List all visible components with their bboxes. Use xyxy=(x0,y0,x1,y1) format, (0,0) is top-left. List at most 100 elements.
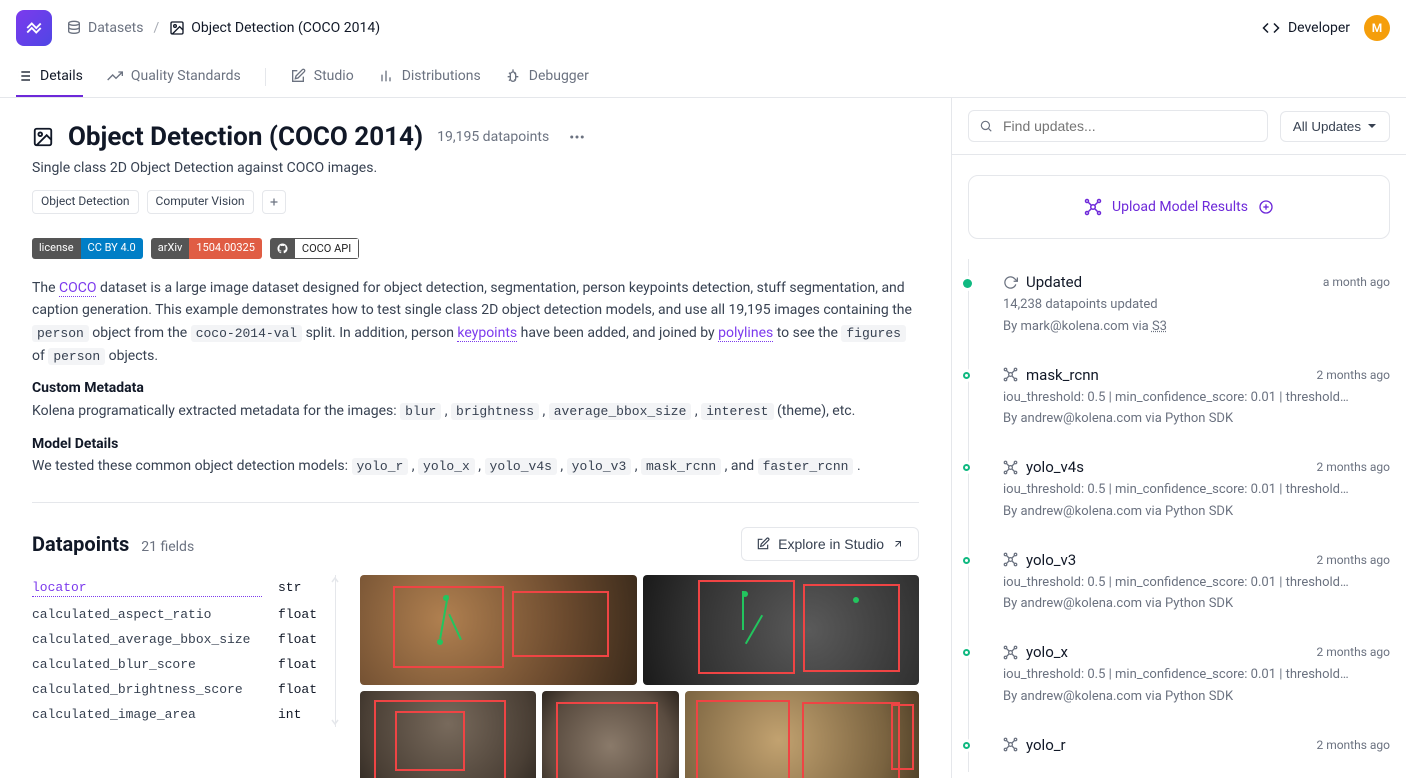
md-head: Model Details xyxy=(32,436,118,452)
page-title: Object Detection (COCO 2014) xyxy=(68,122,423,152)
code-yolov3: yolo_v3 xyxy=(567,458,632,475)
developer-label: Developer xyxy=(1288,20,1350,36)
schema-edge[interactable] xyxy=(330,575,336,727)
timeline-event[interactable]: yolo_r2 months ago xyxy=(997,722,1390,772)
plus-circle-icon xyxy=(1258,199,1274,215)
field-type: float xyxy=(278,607,317,622)
timeline-dot xyxy=(963,464,970,471)
badge-license[interactable]: license CC BY 4.0 xyxy=(32,238,143,259)
timeline-dot xyxy=(963,649,970,656)
network-icon xyxy=(1084,198,1102,216)
event-by: By andrew@kolena.com via Python SDK xyxy=(1003,596,1390,611)
p1-end: objects. xyxy=(105,348,158,364)
badges: license CC BY 4.0 arXiv 1504.00325 COCO … xyxy=(32,238,919,259)
event-detail: 14,238 datapoints updated xyxy=(1003,295,1390,315)
sample-image[interactable] xyxy=(685,691,919,778)
p1-after-split: split. In addition, person xyxy=(302,325,457,341)
topbar: Datasets / Object Detection (COCO 2014) … xyxy=(0,0,1406,56)
event-when: 2 months ago xyxy=(1316,553,1390,567)
tab-studio[interactable]: Studio xyxy=(290,56,354,97)
code-fasterrcnn: faster_rcnn xyxy=(758,458,854,475)
timeline-event[interactable]: mask_rcnn2 months agoiou_threshold: 0.5 … xyxy=(997,352,1390,445)
code-blur: blur xyxy=(400,403,441,420)
chevron-up-icon xyxy=(330,575,340,585)
search-input[interactable] xyxy=(1001,117,1257,135)
filter-label: All Updates xyxy=(1293,119,1361,134)
event-detail: iou_threshold: 0.5 | min_confidence_scor… xyxy=(1003,665,1390,685)
timeline-dot xyxy=(963,372,970,379)
event-title: Updated xyxy=(1026,273,1082,291)
tag-computer-vision[interactable]: Computer Vision xyxy=(147,190,254,214)
breadcrumb-sep: / xyxy=(153,20,159,36)
sample-image[interactable] xyxy=(643,575,920,685)
p1-post: dataset is a large image dataset designe… xyxy=(32,280,912,318)
timeline-event[interactable]: yolo_v4s2 months agoiou_threshold: 0.5 |… xyxy=(997,444,1390,537)
badge-license-val: CC BY 4.0 xyxy=(81,238,143,259)
more-button[interactable] xyxy=(563,123,591,151)
link-coco[interactable]: COCO xyxy=(59,280,97,297)
search-box[interactable] xyxy=(968,110,1268,142)
timeline-event[interactable]: Updateda month ago14,238 datapoints upda… xyxy=(997,259,1390,352)
field-name[interactable]: locator xyxy=(32,580,262,597)
sample-image[interactable] xyxy=(360,691,536,778)
tag-object-detection[interactable]: Object Detection xyxy=(32,190,139,214)
cm-head: Custom Metadata xyxy=(32,380,144,396)
tags: Object Detection Computer Vision xyxy=(32,190,919,214)
breadcrumb-root[interactable]: Datasets xyxy=(66,20,143,36)
description-body: The COCO dataset is a large image datase… xyxy=(32,277,919,478)
tab-distributions[interactable]: Distributions xyxy=(378,56,481,97)
md-pre: We tested these common object detection … xyxy=(32,458,352,474)
md-and: , and xyxy=(725,458,758,474)
schema-column: locatorstrcalculated_aspect_ratiofloatca… xyxy=(32,575,336,727)
code-avg-bbox: average_bbox_size xyxy=(549,403,692,420)
link-polylines[interactable]: polylines xyxy=(718,325,773,342)
tab-studio-label: Studio xyxy=(314,68,354,84)
link-keypoints[interactable]: keypoints xyxy=(457,325,517,342)
sample-image[interactable] xyxy=(360,575,637,685)
field-type: float xyxy=(278,657,317,672)
sidebar-toolbar: All Updates xyxy=(952,98,1406,155)
schema-row: calculated_image_areaint xyxy=(32,702,317,727)
schema-row: calculated_aspect_ratio float xyxy=(32,602,317,627)
developer-link[interactable]: Developer xyxy=(1262,19,1350,37)
list-icon xyxy=(16,68,32,84)
event-detail: iou_threshold: 0.5 | min_confidence_scor… xyxy=(1003,573,1390,593)
timeline-dot xyxy=(963,279,972,288)
timeline-event[interactable]: yolo_v32 months agoiou_threshold: 0.5 | … xyxy=(997,537,1390,630)
field-name: calculated_aspect_ratio xyxy=(32,607,262,622)
app-logo[interactable] xyxy=(16,10,52,46)
badge-coco-api[interactable]: COCO API xyxy=(270,238,359,259)
sidebar: All Updates Upload Model Results Updated… xyxy=(952,98,1406,778)
add-tag-button[interactable] xyxy=(262,190,286,214)
upload-label: Upload Model Results xyxy=(1112,199,1248,215)
event-when: 2 months ago xyxy=(1316,368,1390,382)
network-icon xyxy=(1003,460,1018,475)
avatar-initial: M xyxy=(1372,21,1383,35)
upload-model-button[interactable]: Upload Model Results xyxy=(968,175,1390,239)
explore-studio-button[interactable]: Explore in Studio xyxy=(741,527,919,561)
tab-quality-label: Quality Standards xyxy=(131,68,241,84)
caret-down-icon xyxy=(1367,121,1377,131)
chevron-down-icon xyxy=(330,717,340,727)
title-row: Object Detection (COCO 2014) 19,195 data… xyxy=(32,122,919,152)
tab-quality[interactable]: Quality Standards xyxy=(107,56,241,97)
badge-arxiv[interactable]: arXiv 1504.00325 xyxy=(151,238,262,259)
sample-image[interactable] xyxy=(542,691,679,778)
filter-dropdown[interactable]: All Updates xyxy=(1280,111,1390,142)
breadcrumb-current-label: Object Detection (COCO 2014) xyxy=(191,20,380,36)
trend-icon xyxy=(107,68,123,84)
tab-details[interactable]: Details xyxy=(16,56,83,97)
datapoint-images xyxy=(360,575,919,778)
tabs: Details Quality Standards Studio Distrib… xyxy=(0,56,1406,98)
avatar[interactable]: M xyxy=(1364,15,1390,41)
event-source-link[interactable]: S3 xyxy=(1152,319,1167,334)
badge-arxiv-key: arXiv xyxy=(151,238,190,259)
code-icon xyxy=(1262,19,1280,37)
field-name: calculated_blur_score xyxy=(32,657,262,672)
timeline-dot xyxy=(963,557,970,564)
timeline-event[interactable]: yolo_x2 months agoiou_threshold: 0.5 | m… xyxy=(997,629,1390,722)
event-title: yolo_r xyxy=(1026,736,1066,754)
tab-debugger[interactable]: Debugger xyxy=(505,56,589,97)
field-type: float xyxy=(278,682,317,697)
datapoints-header: Datapoints 21 fields Explore in Studio xyxy=(32,527,919,561)
